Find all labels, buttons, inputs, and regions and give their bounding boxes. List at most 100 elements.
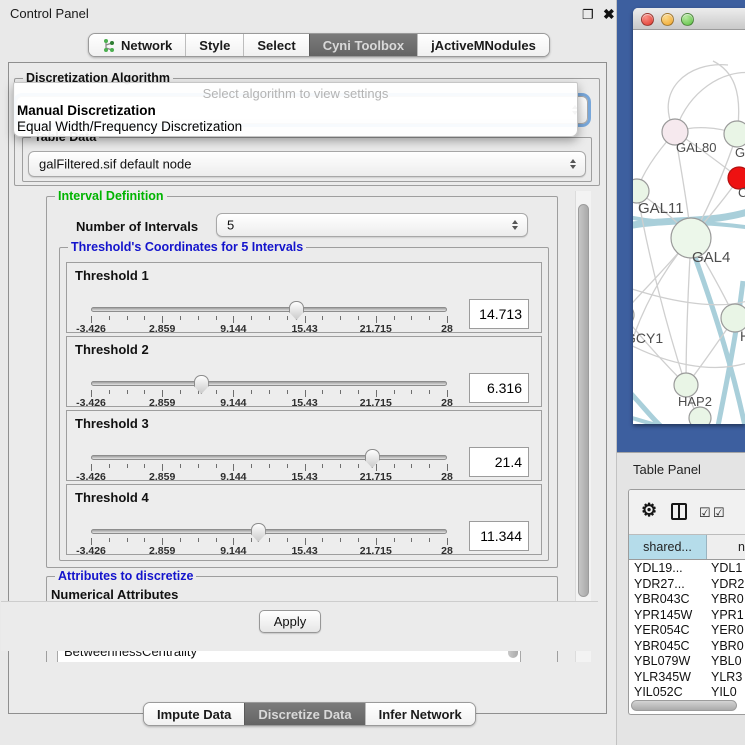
interval-definition-group: Interval Definition Number of Intervals … <box>46 196 558 568</box>
node-label: GA <box>735 145 745 160</box>
algorithm-dropdown-popup: Select algorithm to view settings Manual… <box>13 82 578 137</box>
cell-name: YLR3 <box>711 670 745 684</box>
checkbox-icon[interactable]: ☑ <box>713 505 725 521</box>
node-label: HAP2 <box>678 394 712 409</box>
network-graph: GAL80GACGAL11GAL4GCY1HHAP2 <box>633 31 745 424</box>
attributes-group-title: Attributes to discretize <box>55 569 196 583</box>
column-header-shared[interactable]: shared... <box>629 535 707 559</box>
node-label: C <box>738 185 745 200</box>
interval-definition-title: Interval Definition <box>55 190 167 203</box>
threshold-value-field[interactable]: 6.316 <box>469 373 529 403</box>
tab-label: jActiveMNodules <box>431 38 536 53</box>
gear-icon[interactable]: ⚙ <box>641 500 657 521</box>
tab-network[interactable]: Network <box>89 34 185 56</box>
table-panel-title: Table Panel <box>633 462 701 477</box>
cell-name: YIL0 <box>711 685 745 699</box>
node-label: GAL11 <box>638 200 684 217</box>
cell-shared-name: YPR145W <box>634 608 706 622</box>
table-row[interactable]: YDR27...YDR2 <box>629 577 745 593</box>
column-header-name[interactable]: n... <box>708 535 745 559</box>
threshold-label: Threshold 1 <box>75 268 149 283</box>
threshold-value-field[interactable]: 21.4 <box>469 447 529 477</box>
threshold-label: Threshold 2 <box>75 342 149 357</box>
tab-label: Impute Data <box>157 707 231 722</box>
column-layout-icon[interactable] <box>671 503 687 520</box>
checkbox-icon[interactable]: ☑ <box>699 505 711 521</box>
minimize-traffic-light-icon[interactable] <box>661 13 674 26</box>
tab-label: Infer Network <box>379 707 462 722</box>
slider-track[interactable] <box>91 381 447 386</box>
tab-label: Network <box>121 38 172 53</box>
bottom-tab-impute-data[interactable]: Impute Data <box>144 703 244 725</box>
node-label: GAL80 <box>676 140 716 155</box>
threshold-panel-4: Threshold 4-3.4262.8599.14415.4321.71528… <box>66 484 542 555</box>
threshold-label: Threshold 3 <box>75 416 149 431</box>
network-canvas[interactable]: GAL80GACGAL11GAL4GCY1HHAP2 <box>633 31 745 424</box>
tab-label: Discretize Data <box>258 707 351 722</box>
table-data-combobox[interactable]: galFiltered.sif default node <box>28 151 586 177</box>
thresholds-group: Threshold's Coordinates for 5 Intervals … <box>59 247 549 561</box>
table-hscrollbar-thumb[interactable] <box>631 700 737 711</box>
network-node-node[interactable] <box>724 121 745 147</box>
float-window-icon[interactable]: ❐ <box>582 7 594 23</box>
table-hscrollbar-track[interactable] <box>631 700 743 712</box>
settings-viewport: Interval Definition Number of Intervals … <box>14 190 572 662</box>
table-rows: YDL19...YDL1YDR27...YDR2YBR043CYBR0YPR14… <box>629 561 745 699</box>
table-row[interactable]: YPR145WYPR1 <box>629 608 745 624</box>
bottom-tab-discretize-data[interactable]: Discretize Data <box>244 703 364 725</box>
popup-option-equal-width[interactable]: Equal Width/Frequency Discretization <box>17 119 242 134</box>
table-row[interactable]: YLR345WYLR3 <box>629 670 745 686</box>
cell-shared-name: YIL052C <box>634 685 706 699</box>
slider-tick-labels: -3.4262.8599.14415.4321.71528 <box>91 397 447 409</box>
panel-title: Control Panel <box>10 6 89 21</box>
thresholds-group-title: Threshold's Coordinates for 5 Intervals <box>68 240 306 254</box>
settings-scrollbar-thumb[interactable] <box>578 204 589 597</box>
apply-button[interactable]: Apply <box>259 610 321 633</box>
table-row[interactable]: YBR045C YBR0 <box>629 639 745 655</box>
close-traffic-light-icon[interactable] <box>641 13 654 26</box>
table-row[interactable]: YER054CYER0 <box>629 623 745 639</box>
cell-name: YBL0 <box>711 654 745 668</box>
threshold-value-field[interactable]: 14.713 <box>469 299 529 329</box>
cell-shared-name: YBR045C <box>634 639 706 653</box>
number-of-intervals-label: Number of Intervals <box>76 219 198 234</box>
number-of-intervals-spinner[interactable]: 5 <box>216 213 528 237</box>
slider-tick-labels: -3.4262.8599.14415.4321.71528 <box>91 323 447 335</box>
tab-select[interactable]: Select <box>243 34 308 56</box>
cell-name: YBR0 <box>711 592 745 606</box>
node-label: H <box>740 328 745 344</box>
cell-name: YER0 <box>711 623 745 637</box>
table-row[interactable]: YIL052C YIL0 <box>629 685 745 699</box>
slider-track[interactable] <box>91 455 447 460</box>
network-icon <box>102 38 116 53</box>
network-node-GCY1[interactable] <box>633 304 634 326</box>
tab-style[interactable]: Style <box>185 34 243 56</box>
network-window-titlebar[interactable] <box>633 8 745 30</box>
close-icon[interactable]: ✖ <box>603 6 615 23</box>
tab-cyni-toolbox[interactable]: Cyni Toolbox <box>309 34 417 56</box>
table-row[interactable]: YBR043CYBR0 <box>629 592 745 608</box>
network-view-window: GAL80GACGAL11GAL4GCY1HHAP2 <box>633 8 745 424</box>
network-node-node[interactable] <box>689 407 711 424</box>
settings-scrollbar-track[interactable] <box>575 191 591 662</box>
tab-label: Select <box>257 38 295 53</box>
app-root: Control Panel ❐ ✖ Network Style Select Cyni… <box>0 0 745 745</box>
popup-option-manual[interactable]: Manual Discretization <box>17 103 156 118</box>
bottom-tab-bar: Impute Data Discretize Data Infer Network <box>143 702 476 726</box>
zoom-traffic-light-icon[interactable] <box>681 13 694 26</box>
slider-track[interactable] <box>91 307 447 312</box>
tab-label: Style <box>199 38 230 53</box>
table-header-row: shared... n... <box>629 534 745 560</box>
node-label: GCY1 <box>633 330 663 346</box>
table-row[interactable]: YDL19...YDL1 <box>629 561 745 577</box>
tab-jactivemnodules[interactable]: jActiveMNodules <box>417 34 549 56</box>
table-area: ⚙ ☑ ☑ shared... n... YDL19...YDL1YDR27..… <box>617 486 745 745</box>
slider-track[interactable] <box>91 529 447 534</box>
slider-tick-labels: -3.4262.8599.14415.4321.71528 <box>91 471 447 483</box>
stepper-arrows-icon <box>512 220 518 230</box>
cell-name: YBR0 <box>711 639 745 653</box>
threshold-value-field[interactable]: 11.344 <box>469 521 529 551</box>
table-row[interactable]: YBL079WYBL0 <box>629 654 745 670</box>
bottom-tab-infer-network[interactable]: Infer Network <box>365 703 475 725</box>
slider-tick-labels: -3.4262.8599.14415.4321.71528 <box>91 545 447 557</box>
